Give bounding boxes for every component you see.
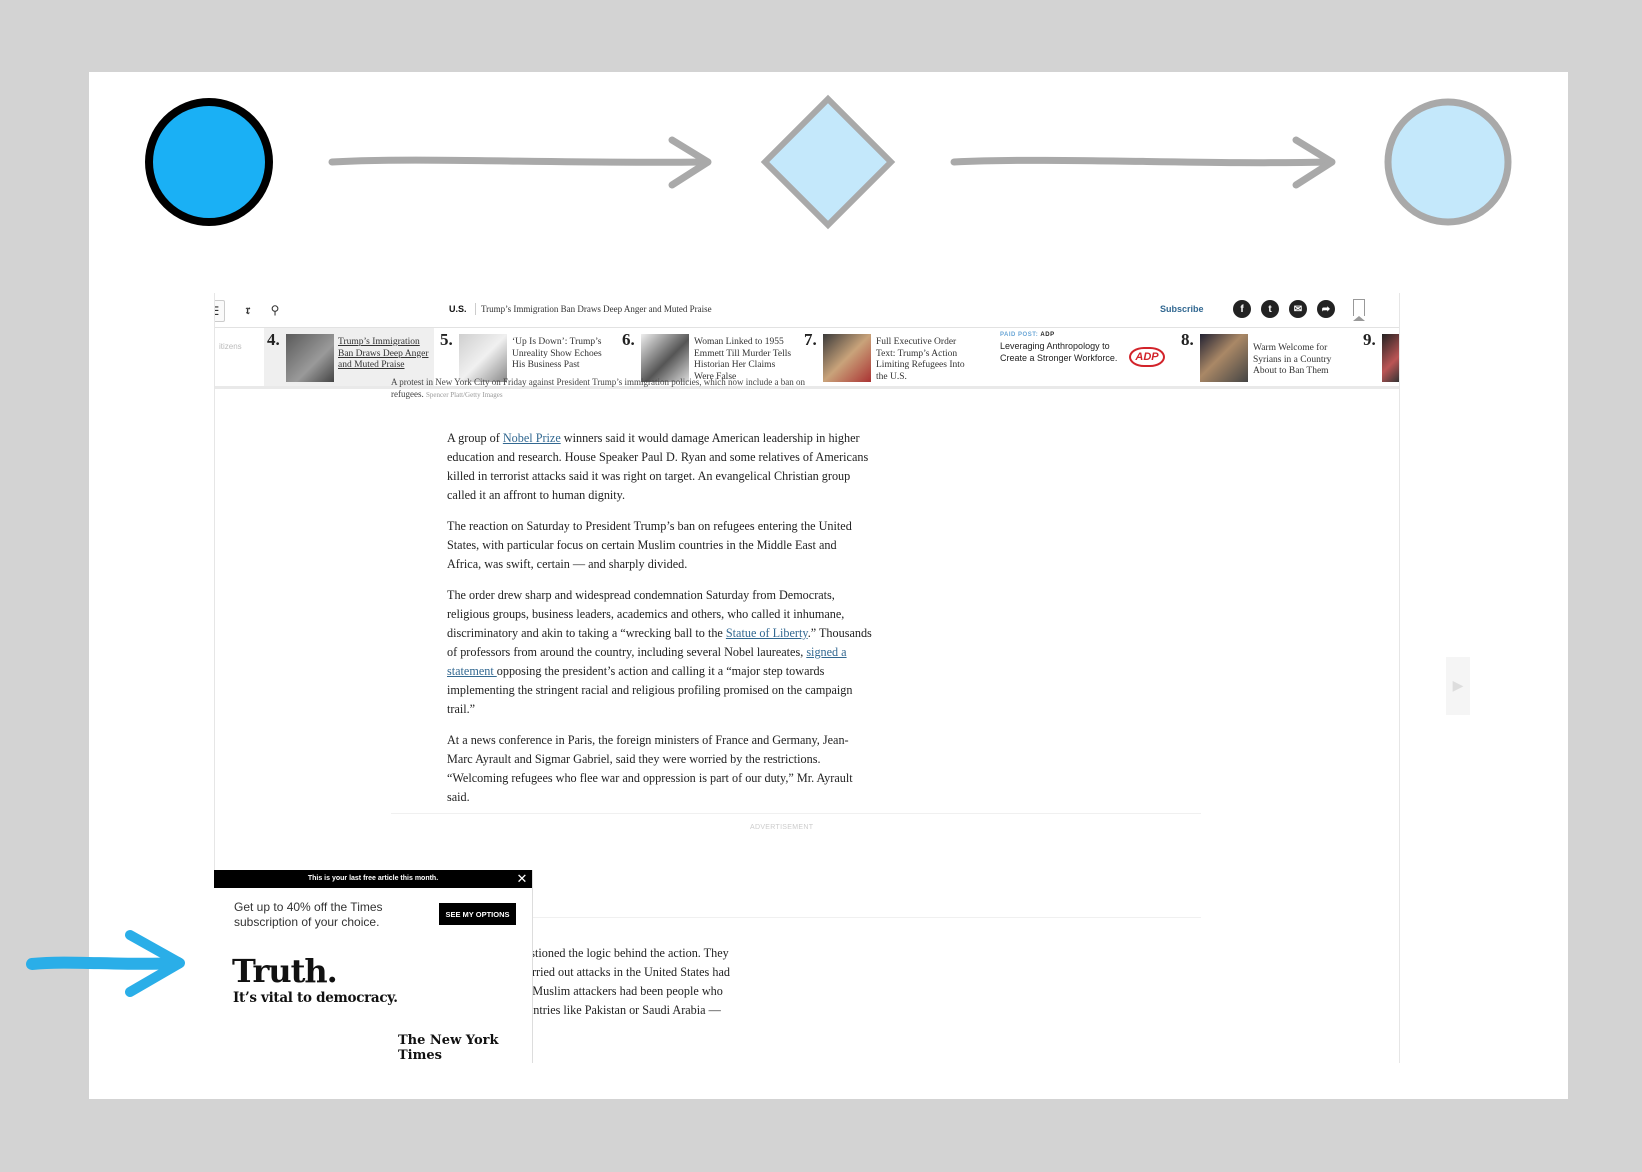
popup-offer-text: Get up to 40% off the Times subscription… [234, 900, 383, 929]
ribbon-item-number: 4. [267, 330, 280, 349]
ribbon-item-number: 8. [1181, 330, 1194, 349]
photo-credit: Spencer Platt/Getty Images [425, 391, 503, 399]
twitter-icon[interactable]: t [1261, 300, 1279, 318]
ribbon-item-title[interactable]: ‘Up Is Down’: Trump’s Unreality Show Ech… [512, 337, 610, 372]
ad-divider-top [391, 813, 1201, 814]
see-my-options-button[interactable]: SEE MY OPTIONS [439, 903, 516, 925]
next-article-arrow[interactable]: ▶ [1446, 657, 1470, 715]
paywall-popup: This is your last free article this mont… [214, 870, 533, 1063]
ribbon-thumbnail [823, 334, 871, 382]
ribbon-thumbnail [286, 334, 334, 382]
nyt-logo: The New York Times [398, 1033, 499, 1063]
ribbon-item-title[interactable]: Trump’s Immigration Ban Draws Deep Anger… [338, 337, 430, 372]
ribbon-thumbnail [641, 334, 689, 382]
ribbon-thumbnail [1382, 334, 1399, 382]
ribbon-item-title[interactable]: Warm Welcome for Syrians in a Country Ab… [1253, 343, 1345, 378]
nyt-logo-icon[interactable]: 𝔯 [238, 300, 258, 320]
adp-logo: ADP [1129, 347, 1165, 367]
ribbon-thumbnail [459, 334, 507, 382]
bookmark-icon[interactable] [1353, 299, 1365, 321]
subscribe-link[interactable]: Subscribe [1160, 304, 1204, 314]
advertisement-label: ADVERTISEMENT [750, 824, 814, 831]
topbar-headline: Trump’s Immigration Ban Draws Deep Anger… [481, 304, 712, 314]
section-divider [475, 303, 476, 315]
paid-post-label: PAID POST: ADP [1000, 332, 1055, 338]
email-icon[interactable]: ✉ [1289, 300, 1307, 318]
paragraph-4: At a news conference in Paris, the forei… [447, 733, 853, 804]
facebook-icon[interactable]: f [1233, 300, 1251, 318]
popup-tagline: It’s vital to democracy. [233, 990, 398, 1006]
ribbon-item-number: 5. [440, 330, 453, 349]
popup-truth-heading: Truth. [232, 952, 338, 990]
ribbon-item-number: 9. [1363, 330, 1376, 349]
paragraph-1: A group of Nobel Prize winners said it w… [447, 431, 869, 502]
ribbon-faded-text: itizens [219, 342, 242, 351]
ribbon-item[interactable]: 9. [1363, 328, 1399, 386]
ribbon-item[interactable]: 8. Warm Welcome for Syrians in a Country… [1181, 328, 1359, 386]
ribbon-thumbnail [1200, 334, 1248, 382]
paragraph-3: The order drew sharp and widespread cond… [447, 588, 872, 716]
paragraph-2: The reaction on Saturday to President Tr… [447, 519, 852, 571]
ribbon-item-number: 7. [804, 330, 817, 349]
section-label[interactable]: U.S. [449, 304, 467, 314]
paid-post-text[interactable]: Leveraging Anthropology to Create a Stro… [1000, 341, 1120, 364]
share-icon[interactable]: ➦ [1317, 300, 1335, 318]
nobel-prize-link[interactable]: Nobel Prize [503, 431, 561, 445]
article-topbar: ☰ 𝔯 ⚲ U.S. Trump’s Immigration Ban Draws… [215, 293, 1399, 328]
article-body: A group of Nobel Prize winners said it w… [447, 429, 872, 819]
menu-icon[interactable]: ☰ [215, 300, 225, 322]
popup-banner: This is your last free article this mont… [214, 870, 532, 888]
paid-post-ad[interactable]: PAID POST: ADP Leveraging Anthropology t… [1000, 332, 1200, 364]
search-icon[interactable]: ⚲ [265, 300, 285, 320]
ribbon-item-number: 6. [622, 330, 635, 349]
statue-of-liberty-link[interactable]: Statue of Liberty [726, 626, 808, 640]
photo-caption: A protest in New York City on Friday aga… [391, 376, 831, 401]
close-icon[interactable]: ✕ [515, 872, 529, 886]
ribbon-item-title[interactable]: Full Executive Order Text: Trump’s Actio… [876, 337, 974, 383]
